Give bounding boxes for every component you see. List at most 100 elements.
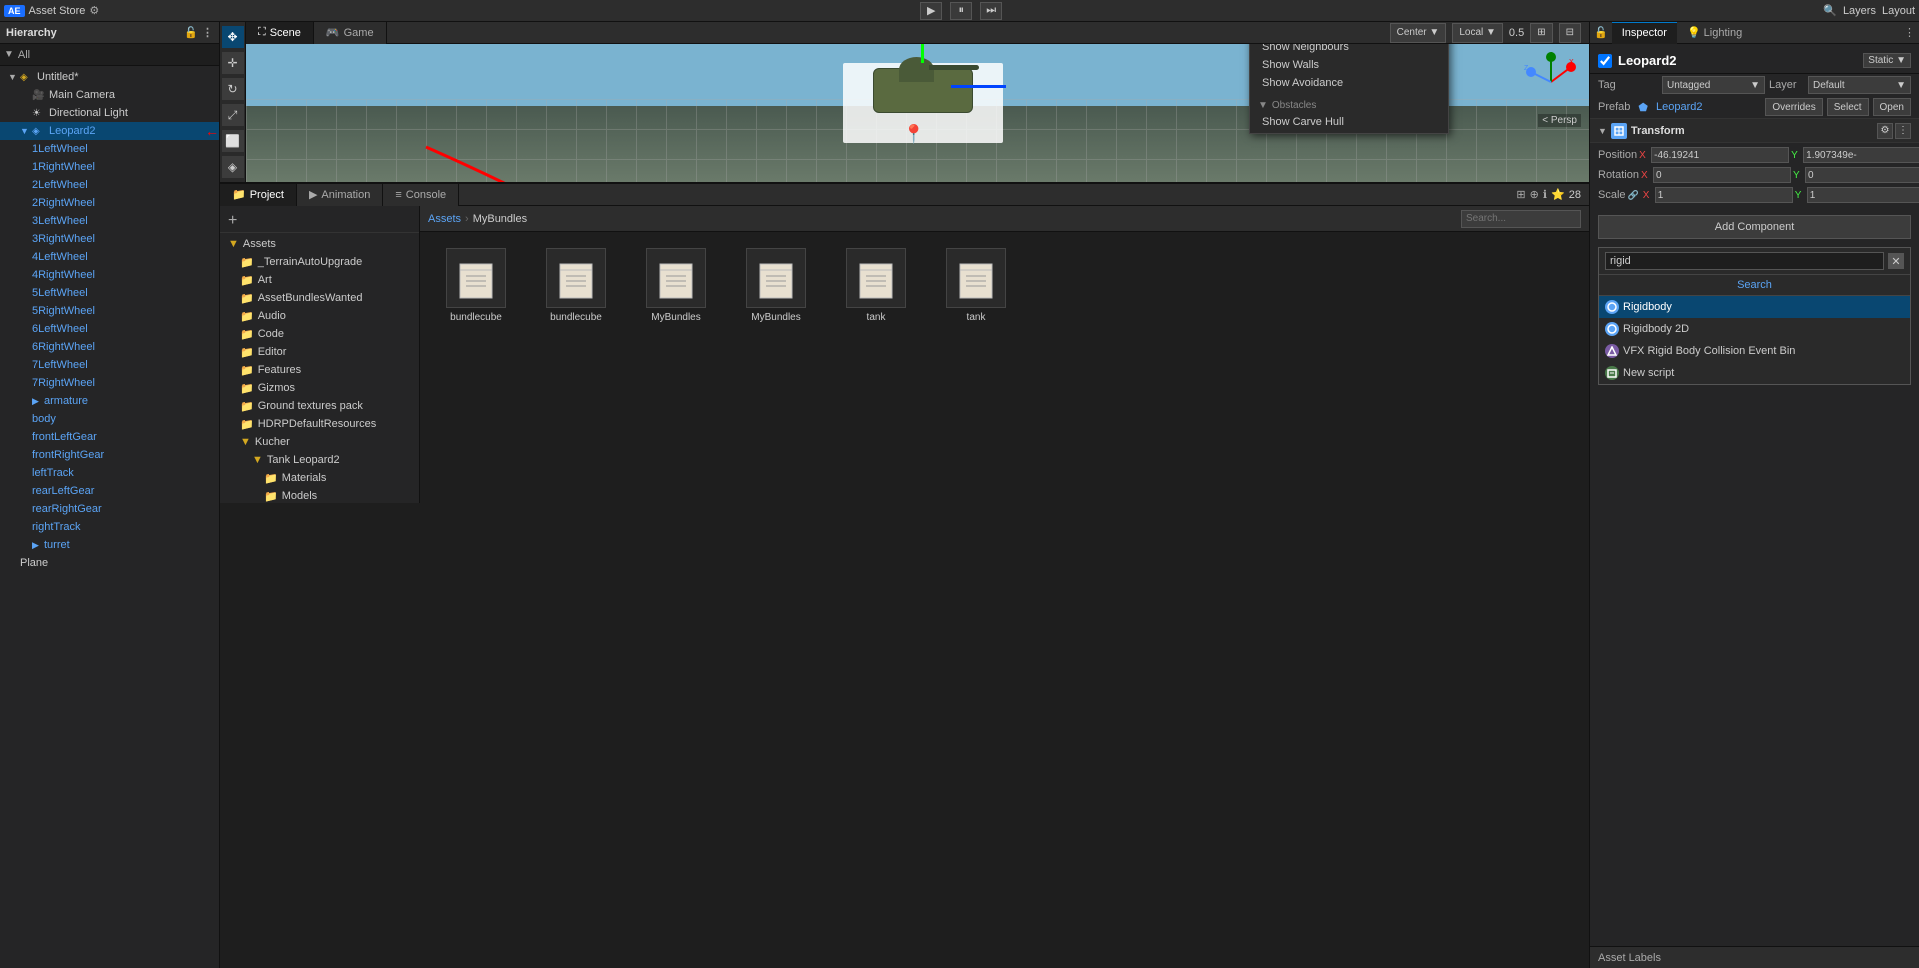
- bottom-icon2[interactable]: ⊕: [1530, 188, 1539, 201]
- vfx-result[interactable]: VFX Rigid Body Collision Event Bin: [1599, 340, 1910, 362]
- lighting-tab[interactable]: 💡 Lighting: [1677, 22, 1752, 44]
- game-tab[interactable]: 🎮 Game: [314, 22, 387, 44]
- scale-link-icon[interactable]: 🔗: [1628, 190, 1639, 201]
- bottom-icon3[interactable]: ℹ: [1543, 188, 1547, 201]
- inspector-tab[interactable]: Inspector: [1612, 22, 1677, 44]
- tool-cursor[interactable]: ✥: [222, 26, 244, 48]
- transform-component-header[interactable]: ▼ Transform ⚙ ⋮: [1590, 119, 1919, 143]
- animation-tab[interactable]: ▶ Animation: [297, 184, 383, 206]
- asset-tank-2[interactable]: tank: [936, 248, 1016, 323]
- tree-item-plane[interactable]: Plane: [0, 554, 219, 572]
- layer-dropdown[interactable]: Default ▼: [1808, 76, 1911, 94]
- project-ground-textures[interactable]: 📁 Ground textures pack: [220, 397, 419, 415]
- scene-tab[interactable]: ⛶ Scene: [246, 22, 314, 44]
- tree-item-rearleftgear[interactable]: rearLeftGear: [0, 482, 219, 500]
- asset-mybundles-2[interactable]: MyBundles: [736, 248, 816, 323]
- project-gizmos[interactable]: 📁 Gizmos: [220, 379, 419, 397]
- static-badge[interactable]: Static ▼: [1863, 53, 1911, 68]
- project-assets-root[interactable]: ▼ Assets: [220, 235, 419, 253]
- tree-item-2rightwheel[interactable]: 2RightWheel: [0, 194, 219, 212]
- show-neighbours-item[interactable]: Show Neighbours: [1258, 44, 1440, 56]
- grid-btn[interactable]: ⊞: [1530, 23, 1552, 43]
- tree-item-3leftwheel[interactable]: 3LeftWheel: [0, 212, 219, 230]
- ae-logo[interactable]: AE: [4, 5, 25, 17]
- hierarchy-dropdown-icon[interactable]: ▼: [4, 49, 14, 60]
- scene-view[interactable]: X Y Z < Persp: [246, 44, 1589, 182]
- project-hdrp[interactable]: 📁 HDRPDefaultResources: [220, 415, 419, 433]
- rotation-x-input[interactable]: [1653, 167, 1791, 183]
- show-carve-hull-item[interactable]: Show Carve Hull: [1258, 113, 1440, 131]
- tree-item-main-camera[interactable]: 🎥 Main Camera: [0, 86, 219, 104]
- tree-item-armature[interactable]: ▶ armature: [0, 392, 219, 410]
- position-y-input[interactable]: [1803, 147, 1919, 163]
- inspector-menu-icon[interactable]: ⋮: [1900, 26, 1919, 39]
- pause-button[interactable]: ⏸: [950, 2, 972, 20]
- tree-item-body[interactable]: body: [0, 410, 219, 428]
- tool-move[interactable]: ✛: [222, 52, 244, 74]
- tag-dropdown[interactable]: Untagged ▼: [1662, 76, 1765, 94]
- tree-item-7rightwheel[interactable]: 7RightWheel: [0, 374, 219, 392]
- tree-item-4rightwheel[interactable]: 4RightWheel: [0, 266, 219, 284]
- hierarchy-lock-icon[interactable]: 🔓: [184, 26, 198, 39]
- project-search-input[interactable]: [1461, 210, 1581, 228]
- asset-store-btn[interactable]: Asset Store: [29, 5, 86, 17]
- center-btn[interactable]: Center ▼: [1390, 23, 1447, 43]
- tree-item-rearrightgear[interactable]: rearRightGear: [0, 500, 219, 518]
- new-script-result[interactable]: New script: [1599, 362, 1910, 384]
- layout-label[interactable]: Layout: [1882, 5, 1915, 17]
- play-button[interactable]: ▶: [920, 2, 942, 20]
- tool-rect[interactable]: ⬜: [222, 130, 244, 152]
- project-code[interactable]: 📁 Code: [220, 325, 419, 343]
- tree-item-leopard2[interactable]: ▼ ◈ Leopard2 ←: [0, 122, 219, 140]
- project-audio[interactable]: 📁 Audio: [220, 307, 419, 325]
- tree-item-5leftwheel[interactable]: 5LeftWheel: [0, 284, 219, 302]
- hierarchy-menu-icon[interactable]: ⋮: [202, 26, 213, 39]
- rigidbody-result[interactable]: Rigidbody: [1599, 296, 1910, 318]
- tree-item-turret[interactable]: ▶ turret: [0, 536, 219, 554]
- object-active-checkbox[interactable]: [1598, 54, 1612, 68]
- project-art[interactable]: 📁 Art: [220, 271, 419, 289]
- tree-item-lefttrack[interactable]: leftTrack: [0, 464, 219, 482]
- project-tank-leopard2[interactable]: ▼ Tank Leopard2: [220, 451, 419, 469]
- project-terrain-auto[interactable]: 📁 _TerrainAutoUpgrade: [220, 253, 419, 271]
- asset-tank-1[interactable]: tank: [836, 248, 916, 323]
- tree-item-6leftwheel[interactable]: 6LeftWheel: [0, 320, 219, 338]
- console-tab[interactable]: ≡ Console: [383, 184, 459, 206]
- search-icon-top[interactable]: 🔍: [1823, 4, 1837, 17]
- asset-bundlecube-1[interactable]: bundlecube: [436, 248, 516, 323]
- comp-search-close-btn[interactable]: ✕: [1888, 253, 1904, 269]
- asset-mybundles-1[interactable]: MyBundles: [636, 248, 716, 323]
- tree-item-untitled[interactable]: ▼ ◈ Untitled*: [0, 68, 219, 86]
- project-editor[interactable]: 📁 Editor: [220, 343, 419, 361]
- lock-icon-inspector[interactable]: 🔓: [1590, 26, 1612, 39]
- search-button[interactable]: Search: [1599, 275, 1910, 296]
- path-mybundles[interactable]: MyBundles: [473, 213, 527, 225]
- scale-y-input[interactable]: [1807, 187, 1919, 203]
- tree-item-frontrightgear[interactable]: frontRightGear: [0, 446, 219, 464]
- tree-item-4leftwheel[interactable]: 4LeftWheel: [0, 248, 219, 266]
- component-search-input[interactable]: [1605, 252, 1884, 270]
- rotation-y-input[interactable]: [1805, 167, 1919, 183]
- add-icon[interactable]: +: [228, 212, 237, 230]
- tool-transform[interactable]: ◈: [222, 156, 244, 178]
- path-assets[interactable]: Assets: [428, 213, 461, 225]
- project-assetbundles[interactable]: 📁 AssetBundlesWanted: [220, 289, 419, 307]
- rigidbody2d-result[interactable]: Rigidbody 2D: [1599, 318, 1910, 340]
- tree-item-frontleftgear[interactable]: frontLeftGear: [0, 428, 219, 446]
- add-component-button[interactable]: Add Component: [1598, 215, 1911, 239]
- tree-item-7leftwheel[interactable]: 7LeftWheel: [0, 356, 219, 374]
- tree-item-1leftwheel[interactable]: 1LeftWheel: [0, 140, 219, 158]
- scale-x-input[interactable]: [1655, 187, 1793, 203]
- step-button[interactable]: ⏭: [980, 2, 1002, 20]
- tool-scale[interactable]: ⤢: [222, 104, 244, 126]
- grid2-btn[interactable]: ⊟: [1559, 23, 1581, 43]
- asset-bundlecube-2[interactable]: bundlecube: [536, 248, 616, 323]
- tree-item-righttrack[interactable]: rightTrack: [0, 518, 219, 536]
- project-models[interactable]: 📁 Models: [220, 487, 419, 503]
- overrides-btn[interactable]: Overrides: [1765, 98, 1822, 116]
- transform-overflow-btn[interactable]: ⋮: [1895, 123, 1911, 139]
- project-materials[interactable]: 📁 Materials: [220, 469, 419, 487]
- project-features[interactable]: 📁 Features: [220, 361, 419, 379]
- position-x-input[interactable]: [1651, 147, 1789, 163]
- tool-rotate[interactable]: ↻: [222, 78, 244, 100]
